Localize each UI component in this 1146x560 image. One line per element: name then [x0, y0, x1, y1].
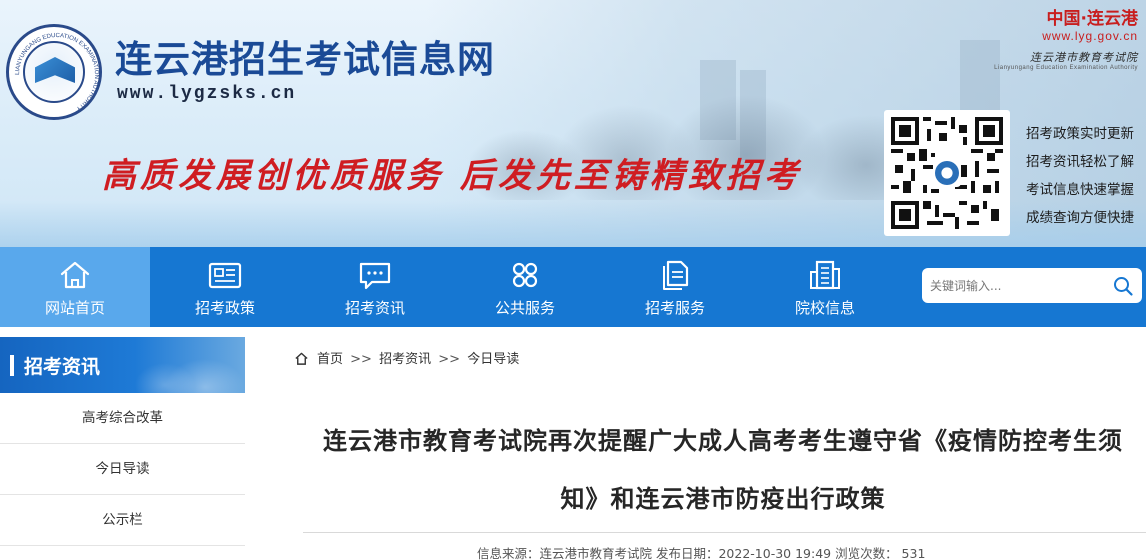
document-icon — [663, 260, 689, 290]
sidebar-title: 招考资讯 — [24, 356, 101, 378]
qr-feature-item: 招考政策实时更新 — [1026, 126, 1134, 142]
newspaper-icon — [208, 262, 242, 289]
article-title: 连云港市教育考试院再次提醒广大成人高考考生遵守省《疫情防控考生须 知》和连云港市… — [300, 412, 1146, 528]
gov-brand-english: Lianyungang Education Examination Author… — [994, 65, 1138, 71]
sidebar-item-daily-guide[interactable]: 今日导读 — [0, 444, 245, 495]
qr-code — [884, 110, 1010, 236]
sidebar-item-gaokao-reform[interactable]: 高考综合改革 — [0, 393, 245, 444]
nav-item-exam-service[interactable]: 招考服务 — [600, 247, 750, 327]
article-meta: 信息来源：连云港市教育考试院 发布日期：2022-10-30 19:49 浏览次… — [477, 546, 926, 560]
sidebar-item-notice-board[interactable]: 公示栏 — [0, 495, 245, 546]
qr-code-icon — [891, 117, 1003, 229]
nav-item-policy[interactable]: 招考政策 — [150, 247, 300, 327]
gov-brand-url: www.lyg.gov.cn — [1042, 29, 1138, 43]
article-title-line: 知》和连云港市防疫出行政策 — [560, 485, 886, 513]
nav-label: 招考资讯 — [344, 299, 405, 317]
home-icon — [295, 352, 308, 365]
gov-brand[interactable]: 中国·连云港 www.lyg.gov.cn 连云港市教育考试院 Lianyung… — [994, 4, 1138, 71]
nav-label: 院校信息 — [794, 299, 855, 317]
breadcrumb-home[interactable]: 首页 — [317, 352, 343, 367]
nav-item-news[interactable]: 招考资讯 — [300, 247, 450, 327]
qr-feature-item: 成绩查询方便快捷 — [1026, 210, 1134, 226]
sidebar-header: 招考资讯 — [0, 337, 245, 393]
home-icon — [60, 261, 90, 289]
gov-brand-calligraphy: 连云港市教育考试院 — [1030, 51, 1138, 64]
gov-brand-name: 中国·连云港 — [1046, 9, 1138, 29]
title-divider — [303, 532, 1146, 533]
site-logo-seal[interactable]: LIANYUNGANG EDUCATION EXAMINATION AUTHOR… — [6, 24, 102, 120]
breadcrumb-separator: >> — [438, 352, 461, 367]
sidebar-header-bar — [10, 355, 14, 376]
nav-label: 招考服务 — [644, 299, 705, 317]
search-box — [922, 268, 1142, 303]
search-input[interactable] — [930, 273, 1100, 298]
qr-feature-item: 招考资讯轻松了解 — [1026, 154, 1134, 170]
nav-item-colleges[interactable]: 院校信息 — [750, 247, 900, 327]
nav-item-home[interactable]: 网站首页 — [0, 247, 150, 327]
breadcrumb: 首页 >> 招考资讯 >> 今日导读 — [294, 348, 519, 367]
header-banner: LIANYUNGANG EDUCATION EXAMINATION AUTHOR… — [0, 0, 1146, 247]
site-title[interactable]: 连云港招生考试信息网 — [115, 38, 495, 82]
qr-feature-item: 考试信息快速掌握 — [1026, 182, 1134, 198]
nav-label: 网站首页 — [44, 299, 105, 317]
nav-label: 公共服务 — [494, 299, 555, 317]
breadcrumb-news[interactable]: 招考资讯 — [379, 352, 431, 367]
qr-feature-list: 招考政策实时更新 招考资讯轻松了解 考试信息快速掌握 成绩查询方便快捷 — [1026, 120, 1146, 232]
site-url: www.lygzsks.cn — [117, 84, 297, 104]
chat-icon — [359, 262, 391, 290]
article-title-line: 连云港市教育考试院再次提醒广大成人高考考生遵守省《疫情防控考生须 — [323, 427, 1123, 455]
banner-slogan: 高质发展创优质服务 后发先至铸精致招考 — [102, 156, 802, 196]
grid-icon — [512, 262, 538, 288]
sidebar-header-decoration — [135, 337, 245, 393]
nav-item-public-service[interactable]: 公共服务 — [450, 247, 600, 327]
breadcrumb-daily-guide[interactable]: 今日导读 — [467, 352, 519, 367]
breadcrumb-separator: >> — [350, 352, 372, 367]
building-icon — [810, 260, 840, 290]
nav-label: 招考政策 — [194, 299, 255, 317]
search-icon[interactable] — [1112, 275, 1134, 297]
